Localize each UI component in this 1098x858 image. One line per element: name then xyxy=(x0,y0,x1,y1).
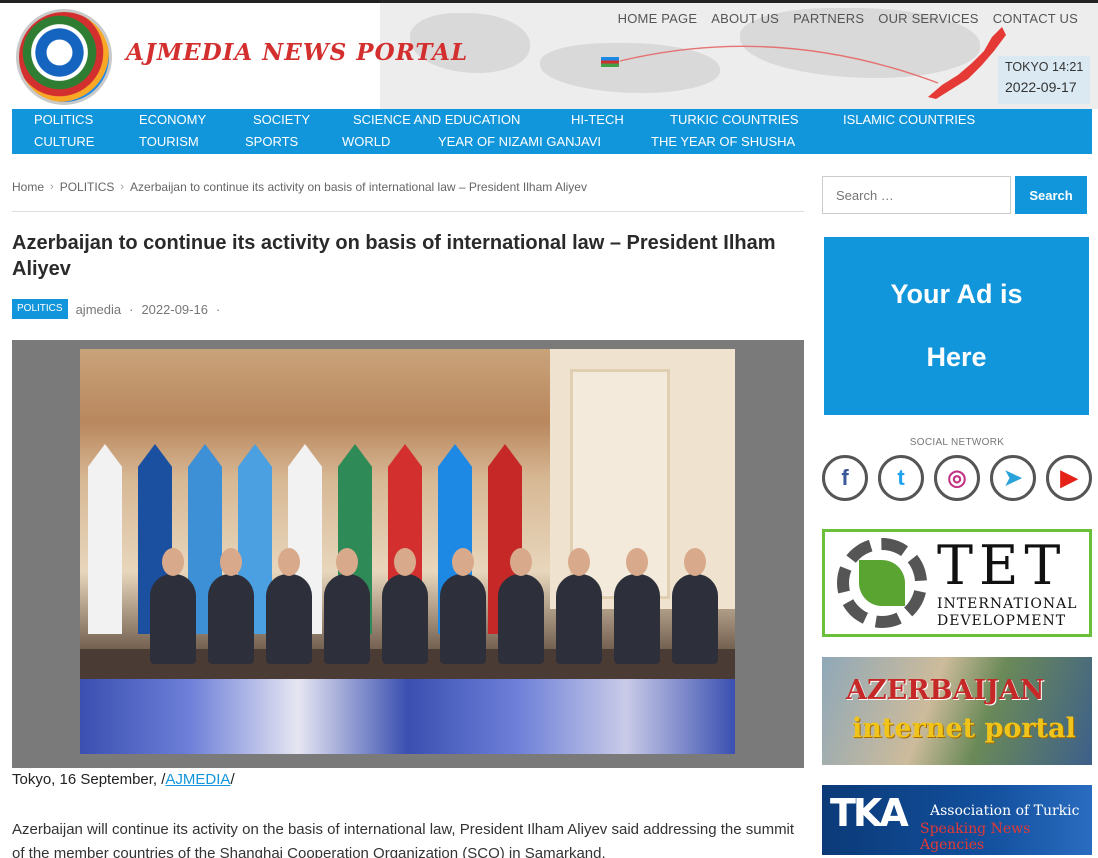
article-photo xyxy=(80,349,735,754)
social-links: f t ◎ ➤ ▶ xyxy=(822,455,1092,501)
nav-politics[interactable]: POLITICS xyxy=(34,110,139,132)
breadcrumb-separator: › xyxy=(120,181,125,193)
leaf-icon xyxy=(859,560,905,606)
tet-subtitle: INTERNATIONAL DEVELOPMENT xyxy=(937,596,1077,630)
nav-tourism[interactable]: TOURISM xyxy=(139,132,245,154)
facebook-icon[interactable]: f xyxy=(822,455,868,501)
photo-delegate-head xyxy=(684,548,706,576)
tka-association-banner[interactable]: TKA Association of Turkic Speaking News … xyxy=(822,785,1092,855)
photo-flower-arrangement xyxy=(80,679,735,754)
article-date: 2022-09-16 xyxy=(141,301,208,317)
breadcrumb-category[interactable]: POLITICS xyxy=(60,180,115,194)
ad-placeholder-banner[interactable]: Your Ad is Here xyxy=(821,234,1092,418)
twitter-icon[interactable]: t xyxy=(878,455,924,501)
nav-year-shusha[interactable]: THE YEAR OF SHUSHA xyxy=(651,132,795,154)
breadcrumb-divider xyxy=(12,211,804,212)
photo-delegate-head xyxy=(220,548,242,576)
site-logo[interactable] xyxy=(16,9,112,105)
nav-world[interactable]: WORLD xyxy=(342,132,438,154)
nav-economy[interactable]: ECONOMY xyxy=(139,110,253,132)
search-button[interactable]: Search xyxy=(1015,176,1087,214)
photo-delegate-head xyxy=(336,548,358,576)
telegram-icon[interactable]: ➤ xyxy=(990,455,1036,501)
photo-delegate xyxy=(150,548,196,664)
flight-path-graphic xyxy=(619,45,939,84)
nav-society[interactable]: SOCIETY xyxy=(253,110,353,132)
top-nav-home[interactable]: HOME PAGE xyxy=(618,11,698,26)
article-image-frame xyxy=(12,340,804,768)
youtube-icon[interactable]: ▶ xyxy=(1046,455,1092,501)
caption-prefix: Tokyo, 16 September, / xyxy=(12,771,166,788)
article-author[interactable]: ajmedia xyxy=(76,302,122,317)
top-nav-about[interactable]: ABOUT US xyxy=(711,11,779,26)
main-nav-row-2: CULTURE TOURISM SPORTS WORLD YEAR OF NIZ… xyxy=(34,132,795,154)
azerbaijan-internet-portal-banner[interactable]: AZERBAIJAN internet portal xyxy=(822,657,1092,765)
photo-delegate-head xyxy=(626,548,648,576)
main-nav: POLITICS ECONOMY SOCIETY SCIENCE AND EDU… xyxy=(12,109,1092,154)
site-logo-text[interactable]: AJMEDIA NEWS PORTAL xyxy=(126,39,468,66)
image-caption: Tokyo, 16 September, /AJMEDIA/ xyxy=(12,771,235,788)
breadcrumb-separator: › xyxy=(50,181,54,193)
photo-delegate xyxy=(324,548,370,664)
article-body: Azerbaijan will continue its activity on… xyxy=(12,821,795,858)
photo-delegate xyxy=(498,548,544,664)
nav-hi-tech[interactable]: HI-TECH xyxy=(571,110,670,132)
site-header: AJMEDIA NEWS PORTAL HOME PAGE ABOUT US P… xyxy=(0,3,1098,109)
meta-separator: · xyxy=(215,301,221,317)
breadcrumb-home[interactable]: Home xyxy=(12,180,44,194)
main-nav-row-1: POLITICS ECONOMY SOCIETY SCIENCE AND EDU… xyxy=(34,110,975,132)
photo-delegate-head xyxy=(162,548,184,576)
photo-delegate-head xyxy=(278,548,300,576)
photo-delegate xyxy=(208,548,254,664)
ad-text: Your Ad is Here xyxy=(890,279,1023,372)
az-banner-title: AZERBAIJAN xyxy=(846,675,1045,706)
tet-logo-text: TET xyxy=(937,534,1067,597)
tka-banner-line-2: Speaking News Agencies xyxy=(920,821,1031,853)
breadcrumb: Home › POLITICS › Azerbaijan to continue… xyxy=(12,180,587,194)
tka-banner-line-1: Association of Turkic xyxy=(930,803,1080,819)
tet-development-banner[interactable]: TET INTERNATIONAL DEVELOPMENT xyxy=(822,529,1092,637)
photo-delegate xyxy=(556,548,602,664)
search-input[interactable] xyxy=(822,176,1011,214)
nav-year-nizami-ganjavi[interactable]: YEAR OF NIZAMI GANJAVI xyxy=(438,132,651,154)
tet-subtitle-line-2: DEVELOPMENT xyxy=(937,613,1067,629)
caption-source-link[interactable]: AJMEDIA xyxy=(165,771,230,788)
photo-delegate xyxy=(382,548,428,664)
instagram-icon[interactable]: ◎ xyxy=(934,455,980,501)
clock-date: 2022-09-17 xyxy=(1005,79,1077,95)
breadcrumb-current: Azerbaijan to continue its activity on b… xyxy=(130,180,587,194)
nav-islamic-countries[interactable]: ISLAMIC COUNTRIES xyxy=(843,110,975,132)
nav-science-education[interactable]: SCIENCE AND EDUCATION xyxy=(353,110,571,132)
photo-delegate xyxy=(440,548,486,664)
nav-sports[interactable]: SPORTS xyxy=(245,132,342,154)
clock-widget: TOKYO 14:21 2022-09-17 xyxy=(998,56,1090,104)
azerbaijan-flag-icon xyxy=(601,57,619,67)
article-title: Azerbaijan to continue its activity on b… xyxy=(12,232,776,280)
tka-logo: TKA xyxy=(830,791,909,835)
photo-delegate-head xyxy=(568,548,590,576)
photo-flag xyxy=(88,444,122,634)
photo-delegate xyxy=(672,548,718,664)
az-banner-subtitle: internet portal xyxy=(852,713,1076,744)
social-network-title: SOCIAL NETWORK xyxy=(909,437,1005,448)
nav-culture[interactable]: CULTURE xyxy=(34,132,139,154)
category-badge[interactable]: POLITICS xyxy=(12,299,68,319)
nav-turkic-countries[interactable]: TURKIC COUNTRIES xyxy=(670,110,843,132)
meta-separator: · xyxy=(129,301,134,317)
photo-delegate xyxy=(266,548,312,664)
tet-subtitle-line-1: INTERNATIONAL xyxy=(937,596,1078,612)
photo-delegate-head xyxy=(394,548,416,576)
caption-suffix: / xyxy=(230,771,235,788)
photo-delegate-head xyxy=(452,548,474,576)
article-meta: POLITICS ajmedia · 2022-09-16 · xyxy=(12,299,220,319)
top-nav-partners[interactable]: PARTNERS xyxy=(793,11,864,26)
photo-delegate-head xyxy=(510,548,532,576)
photo-delegate xyxy=(614,548,660,664)
clock-city-time: TOKYO 14:21 xyxy=(1005,60,1084,74)
